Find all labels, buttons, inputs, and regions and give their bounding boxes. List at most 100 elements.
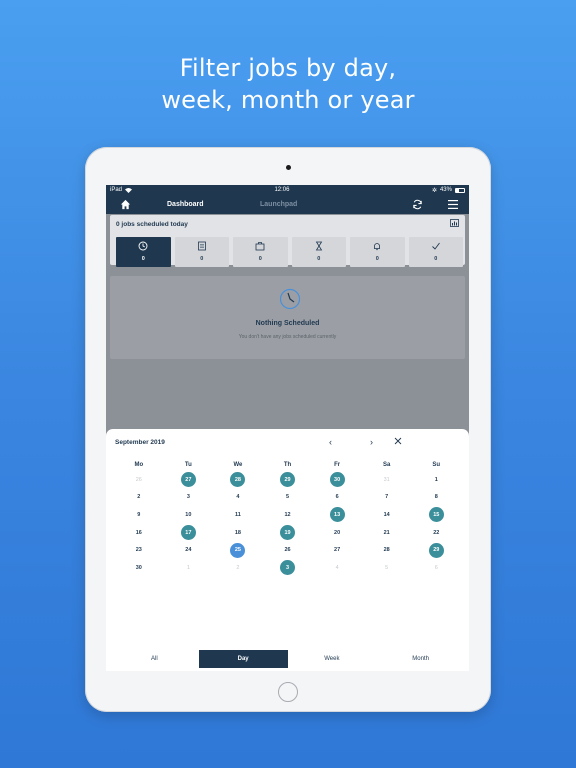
calendar-day-number: 23 [135, 547, 142, 554]
tab-launchpad[interactable]: Launchpad [260, 201, 297, 208]
calendar-day[interactable]: 7 [362, 489, 412, 507]
calendar-day[interactable]: 14 [362, 506, 412, 524]
calendar-day-with-jobs[interactable]: 29 [263, 471, 313, 489]
promo-line-2: week, month or year [161, 86, 415, 114]
calendar-day-number: 26 [135, 476, 142, 483]
calendar-day[interactable]: 20 [312, 524, 362, 542]
tab-dashboard[interactable]: Dashboard [167, 201, 204, 208]
refresh-icon[interactable] [412, 199, 423, 210]
calendar-day[interactable]: 8 [411, 489, 461, 507]
calendar-day-number: 30 [329, 472, 345, 488]
calendar-day[interactable]: 4 [312, 559, 362, 577]
calendar-day-with-jobs[interactable]: 27 [164, 471, 214, 489]
calendar-day[interactable]: 23 [114, 541, 164, 559]
calendar-day-number: 21 [383, 529, 390, 536]
calendar-day-today[interactable]: 25 [213, 541, 263, 559]
calendar-day[interactable]: 5 [263, 489, 313, 507]
calendar-day-number: 5 [385, 564, 389, 571]
calendar-day-with-jobs[interactable]: 3 [263, 559, 313, 577]
filter-month[interactable]: Month [376, 650, 465, 668]
calendar-day[interactable]: 12 [263, 506, 313, 524]
clock-label: 12:06 [274, 187, 290, 193]
calendar-day-number: 1 [434, 476, 438, 483]
chevron-left-icon[interactable]: ‹ [329, 437, 332, 447]
camera-dot [286, 165, 291, 170]
calendar-day[interactable]: 26 [114, 471, 164, 489]
empty-state-subtitle: You don't have any jobs scheduled curren… [238, 334, 337, 340]
calendar-day[interactable]: 6 [312, 489, 362, 507]
calendar-day-number: 4 [335, 564, 339, 571]
period-filter: All Day Week Month [110, 650, 465, 668]
calendar-day[interactable]: 10 [164, 506, 214, 524]
calendar-day[interactable]: 21 [362, 524, 412, 542]
calendar-day[interactable]: 30 [114, 559, 164, 577]
calendar-day-with-jobs[interactable]: 13 [312, 506, 362, 524]
wifi-icon [125, 187, 133, 193]
calendar-day-number: 28 [383, 547, 390, 554]
calendar-day[interactable]: 1 [164, 559, 214, 577]
calendar-week: 16 17 18 19 20 21 22 [114, 524, 461, 542]
calendar-day[interactable]: 24 [164, 541, 214, 559]
calendar-day[interactable]: 5 [362, 559, 412, 577]
calendar-day-with-jobs[interactable]: 19 [263, 524, 313, 542]
calendar-week: 2 3 4 5 6 7 8 [114, 489, 461, 507]
calendar-day-with-jobs[interactable]: 30 [312, 471, 362, 489]
tile-completed[interactable]: 0 [408, 237, 463, 267]
calendar-day-number: 29 [280, 472, 296, 488]
home-icon[interactable] [120, 199, 131, 210]
calendar-day-number: 13 [329, 507, 345, 523]
promo-line-1: Filter jobs by day, [179, 54, 397, 82]
tile-bell[interactable]: 0 [350, 237, 405, 267]
calendar-day[interactable]: 2 [114, 489, 164, 507]
calendar-day-number: 19 [280, 525, 296, 541]
tile-count: 0 [375, 256, 379, 262]
home-button[interactable] [278, 682, 298, 702]
calendar-day[interactable]: 6 [411, 559, 461, 577]
calendar-day-with-jobs[interactable]: 29 [411, 541, 461, 559]
list-icon [197, 241, 206, 251]
calendar-day[interactable]: 26 [263, 541, 313, 559]
today-title: 0 jobs scheduled today [116, 221, 188, 228]
filter-day[interactable]: Day [198, 650, 288, 668]
weekday-header: Mo Tu We Th Fr Sa Su [114, 459, 461, 471]
calendar-day[interactable]: 27 [312, 541, 362, 559]
status-bar: iPad 12:06 ✲ 43% [106, 185, 469, 195]
stat-tiles: 0 0 0 0 0 0 [116, 237, 463, 267]
calendar-day-with-jobs[interactable]: 15 [411, 506, 461, 524]
calendar-day[interactable]: 9 [114, 506, 164, 524]
calendar-day-number: 14 [383, 511, 390, 518]
close-icon[interactable] [394, 437, 402, 445]
tile-list[interactable]: 0 [174, 237, 229, 267]
tile-scheduled[interactable]: 0 [116, 237, 171, 267]
promo-headline: Filter jobs by day, week, month or year [0, 52, 576, 116]
calendar-day[interactable]: 11 [213, 506, 263, 524]
calendar-day-number: 26 [284, 547, 291, 554]
chart-icon[interactable] [450, 219, 459, 227]
calendar-day-with-jobs[interactable]: 28 [213, 471, 263, 489]
calendar-day-number: 3 [280, 560, 296, 576]
calendar-day-number: 29 [428, 542, 444, 558]
chevron-right-icon[interactable]: › [370, 437, 373, 447]
checkmark-icon [431, 242, 440, 250]
calendar-day-number: 2 [137, 494, 141, 501]
menu-icon[interactable] [448, 200, 458, 209]
calendar-day[interactable]: 22 [411, 524, 461, 542]
calendar-day-number: 28 [230, 472, 246, 488]
clock-icon [279, 288, 301, 310]
calendar-day[interactable]: 16 [114, 524, 164, 542]
calendar-day-number: 6 [335, 494, 339, 501]
calendar-day[interactable]: 1 [411, 471, 461, 489]
calendar-day[interactable]: 4 [213, 489, 263, 507]
filter-all[interactable]: All [110, 650, 199, 668]
calendar-day[interactable]: 18 [213, 524, 263, 542]
calendar-day[interactable]: 2 [213, 559, 263, 577]
calendar-day-number: 3 [186, 494, 190, 501]
bell-icon [374, 243, 381, 251]
tile-hourglass[interactable]: 0 [291, 237, 346, 267]
calendar-day[interactable]: 28 [362, 541, 412, 559]
calendar-day[interactable]: 3 [164, 489, 214, 507]
filter-week[interactable]: Week [288, 650, 377, 668]
calendar-day[interactable]: 31 [362, 471, 412, 489]
calendar-day-with-jobs[interactable]: 17 [164, 524, 214, 542]
tile-briefcase[interactable]: 0 [233, 237, 288, 267]
